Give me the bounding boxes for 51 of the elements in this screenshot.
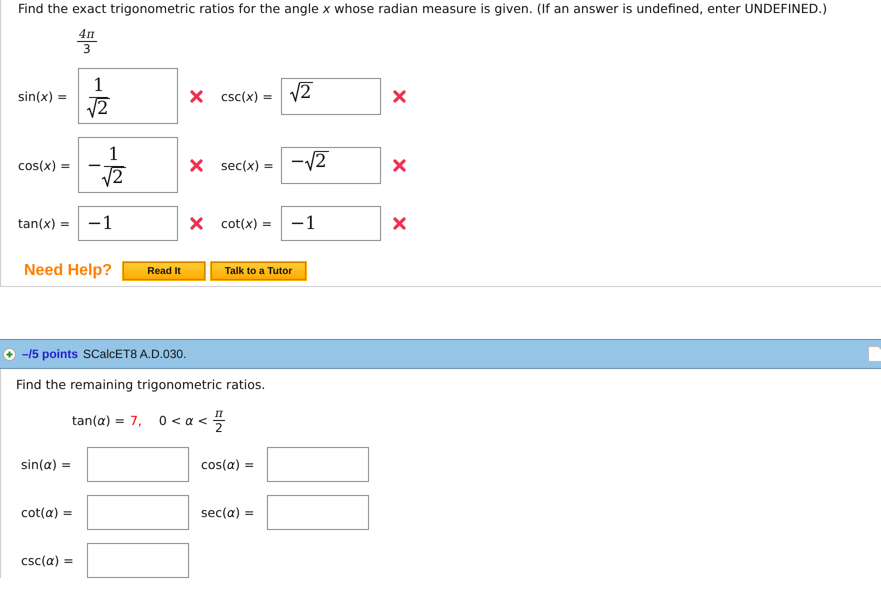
- function-label: sin(x) =: [18, 88, 69, 104]
- answer-value: 2: [315, 150, 329, 170]
- function-label: csc(x) =: [221, 88, 274, 104]
- answer-field[interactable]: [87, 447, 189, 482]
- expand-icon[interactable]: [3, 348, 16, 360]
- given-condition: 0 < α <: [158, 413, 208, 428]
- function-label: sin(α) =: [21, 457, 72, 472]
- note-icon[interactable]: [868, 346, 881, 362]
- minus-sign: −: [290, 150, 306, 172]
- function-label: csc(α) =: [21, 553, 75, 568]
- answer-value: 2: [300, 82, 314, 102]
- angle-denominator: 3: [82, 42, 91, 56]
- denominator: 2: [97, 98, 110, 118]
- function-label: sec(x) =: [221, 158, 275, 172]
- denominator: 2: [112, 166, 126, 186]
- radical-sign-icon: [102, 166, 112, 186]
- given-value: 7,: [130, 413, 142, 428]
- numerator: 1: [89, 74, 108, 98]
- given-equation: tan(α) =: [72, 413, 125, 428]
- answer-field[interactable]: 1 2: [78, 68, 178, 124]
- function-label: cot(x) =: [221, 216, 274, 231]
- radical-sign-icon: [87, 98, 97, 118]
- fraction-numerator: π: [212, 406, 225, 421]
- points-label: –/5 points: [22, 347, 78, 361]
- help-button[interactable]: Talk to a Tutor: [211, 262, 306, 280]
- numerator: 1: [104, 144, 124, 166]
- answer-field[interactable]: 2: [281, 78, 381, 114]
- function-label: cot(α) =: [21, 505, 74, 520]
- question-code: SCalcET8 A.D.030.: [83, 347, 186, 361]
- function-label: sec(α) =: [201, 505, 256, 520]
- question-text: Find the exact trigonometric ratios for the angle x whose radian measure is given. (If an answer is undefined, enter UNDEFINED.): [18, 1, 828, 17]
- radical-sign-icon: [305, 150, 316, 170]
- answer-field[interactable]: −1: [78, 206, 178, 241]
- minus-sign: −: [87, 154, 102, 176]
- need-help-label: Need Help?: [24, 262, 112, 280]
- answer-field[interactable]: −1: [281, 206, 381, 241]
- help-button[interactable]: Read It: [123, 262, 206, 280]
- function-label: cos(x) =: [18, 158, 72, 172]
- angle-numerator: 4π: [77, 27, 97, 42]
- fraction-denominator: 2: [215, 421, 223, 435]
- question-text: Find the remaining trigonometric ratios.: [16, 377, 266, 392]
- answer-field[interactable]: [87, 495, 189, 530]
- answer-field[interactable]: [267, 495, 369, 530]
- radical-sign-icon: [290, 82, 300, 102]
- answer-field[interactable]: [87, 543, 189, 578]
- function-label: cos(α) =: [201, 457, 256, 472]
- answer-field[interactable]: − 2: [281, 146, 381, 184]
- answer-value: −1: [87, 213, 114, 234]
- answer-value: −1: [290, 213, 317, 234]
- answer-field[interactable]: [267, 447, 369, 482]
- function-label: tan(x) =: [18, 216, 72, 231]
